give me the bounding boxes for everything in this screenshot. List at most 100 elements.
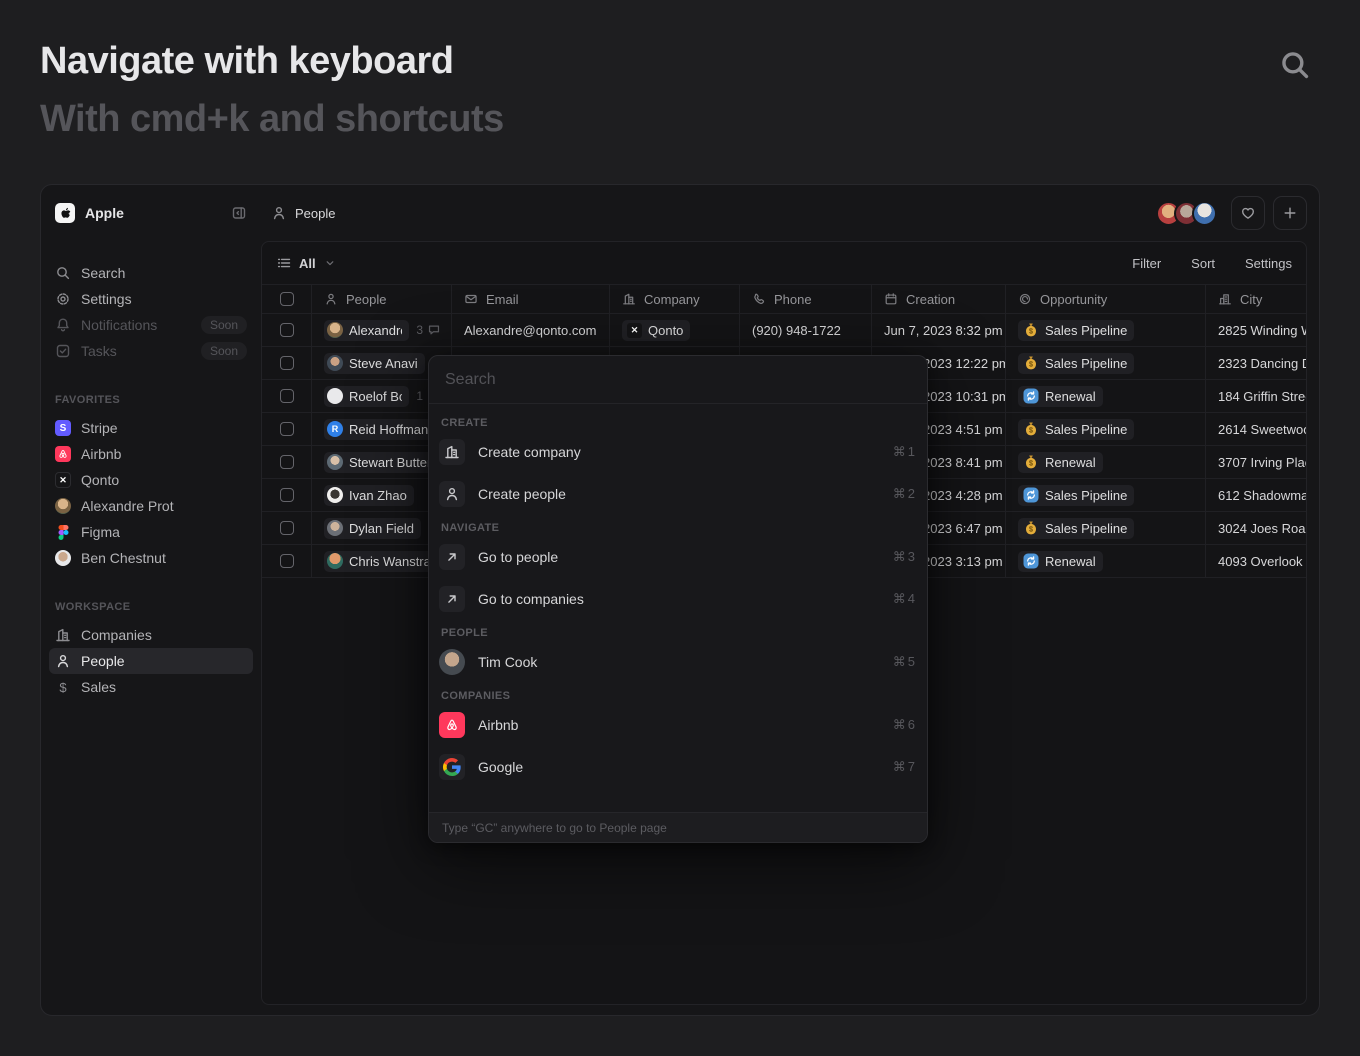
creation-cell[interactable]: Jun 7, 2023 8:32 pm <box>872 314 1006 347</box>
company-cell[interactable]: ✕Qonto <box>610 314 740 347</box>
palette-section-navigate: NAVIGATE <box>441 522 915 534</box>
city-cell[interactable]: 2614 Sweetwood <box>1206 413 1306 446</box>
calendar-icon <box>884 292 898 306</box>
row-checkbox[interactable] <box>280 521 294 535</box>
sidebar-item-companies[interactable]: Companies <box>49 622 253 648</box>
column-header-phone[interactable]: Phone <box>740 285 872 314</box>
row-checkbox[interactable] <box>280 323 294 337</box>
palette-item-tim-cook[interactable]: Tim Cook ⌘5 <box>439 648 917 676</box>
column-header-city[interactable]: City <box>1206 285 1306 314</box>
column-header-email[interactable]: Email <box>452 285 610 314</box>
mail-icon <box>464 292 478 306</box>
opportunity-cell[interactable]: Sales Pipeline <box>1006 479 1206 512</box>
favorite-alexandre-prot[interactable]: Alexandre Prot <box>49 493 253 519</box>
company-chip: ✕Qonto <box>622 320 690 341</box>
palette-item-create-company[interactable]: Create company ⌘1 <box>439 438 917 466</box>
city-cell[interactable]: 2323 Dancing Dove <box>1206 347 1306 380</box>
row-checkbox[interactable] <box>280 356 294 370</box>
row-checkbox[interactable] <box>280 455 294 469</box>
palette-item-go-to-people[interactable]: Go to people ⌘3 <box>439 543 917 571</box>
moneybag-icon <box>1023 421 1039 437</box>
palette-item-create-people[interactable]: Create people ⌘2 <box>439 480 917 508</box>
filter-button[interactable]: Filter <box>1132 256 1161 271</box>
target-icon <box>1018 292 1032 306</box>
avatar <box>1192 201 1217 226</box>
palette-footer-hint: Type “GC” anywhere to go to People page <box>429 812 927 842</box>
task-check-icon <box>55 343 71 359</box>
city-cell[interactable]: 612 Shadowman <box>1206 479 1306 512</box>
add-record-button[interactable] <box>1273 196 1307 230</box>
opportunity-cell[interactable]: Renewal <box>1006 545 1206 578</box>
row-checkbox-cell <box>262 413 312 446</box>
opportunity-cell[interactable]: Sales Pipeline <box>1006 512 1206 545</box>
avatar <box>327 355 343 371</box>
sidebar-item-label: Notifications <box>81 317 157 333</box>
opportunity-cell[interactable]: Renewal <box>1006 380 1206 413</box>
column-header-people[interactable]: People <box>312 285 452 314</box>
column-header-creation[interactable]: Creation <box>872 285 1006 314</box>
row-checkbox[interactable] <box>280 488 294 502</box>
city-cell[interactable]: 4093 Overlook <box>1206 545 1306 578</box>
column-header-opportunity[interactable]: Opportunity <box>1006 285 1206 314</box>
row-checkbox[interactable] <box>280 422 294 436</box>
figma-logo-icon <box>55 524 71 540</box>
opportunity-cell[interactable]: Sales Pipeline <box>1006 347 1206 380</box>
row-checkbox[interactable] <box>280 554 294 568</box>
palette-search-input[interactable] <box>445 371 911 389</box>
opportunity-cell[interactable]: Sales Pipeline <box>1006 314 1206 347</box>
email-cell[interactable]: Alexandre@qonto.com <box>452 314 610 347</box>
palette-item-airbnb[interactable]: Airbnb ⌘6 <box>439 711 917 739</box>
sidebar-item-people[interactable]: People <box>49 648 253 674</box>
bell-icon <box>55 317 71 333</box>
favorites-section-label: FAVORITES <box>49 394 253 406</box>
favorite-button[interactable] <box>1231 196 1265 230</box>
workspace-switcher[interactable]: Apple <box>49 199 253 227</box>
comment-count: 3 <box>416 323 441 337</box>
renewal-icon <box>1023 487 1039 503</box>
stripe-logo-icon: S <box>55 420 71 436</box>
sidebar-item-search[interactable]: Search <box>49 260 253 286</box>
settings-button[interactable]: Settings <box>1245 256 1292 271</box>
moneybag-icon <box>1023 520 1039 536</box>
comment-icon <box>427 323 441 337</box>
phone-cell[interactable]: (920) 948-1722 <box>740 314 872 347</box>
sidebar-item-sales[interactable]: $ Sales <box>49 674 253 700</box>
palette-item-go-to-companies[interactable]: Go to companies ⌘4 <box>439 585 917 613</box>
person-chip: Chris Wanstrath <box>324 551 441 572</box>
favorite-ben-chestnut[interactable]: Ben Chestnut <box>49 545 253 571</box>
city-cell[interactable]: 3707 Irving Place <box>1206 446 1306 479</box>
sidebar-item-settings[interactable]: Settings <box>49 286 253 312</box>
opportunity-icon <box>1023 322 1039 338</box>
favorite-airbnb[interactable]: Airbnb <box>49 441 253 467</box>
row-checkbox[interactable] <box>280 389 294 403</box>
favorites-list: S Stripe Airbnb ✕ Qonto Alexandre Prot <box>49 415 253 571</box>
palette-item-google[interactable]: Google ⌘7 <box>439 753 917 781</box>
person-chip: Alexandre Prot <box>324 320 409 341</box>
column-header-company[interactable]: Company <box>610 285 740 314</box>
collapse-sidebar-icon[interactable] <box>231 205 247 221</box>
person-cell[interactable]: Alexandre Prot 3 <box>312 314 452 347</box>
workspace-name: Apple <box>85 205 231 221</box>
favorite-figma[interactable]: Figma <box>49 519 253 545</box>
favorite-qonto[interactable]: ✕ Qonto <box>49 467 253 493</box>
view-selector[interactable]: All <box>276 255 337 271</box>
table-row: Alexandre Prot 3 Alexandre@qonto.com ✕Qonto… <box>262 314 1306 347</box>
gear-icon <box>55 291 71 307</box>
sort-button[interactable]: Sort <box>1191 256 1215 271</box>
search-icon[interactable] <box>1278 48 1312 82</box>
person-name: Stewart Butterfield <box>349 455 434 470</box>
select-all-checkbox[interactable] <box>280 292 294 306</box>
sidebar-item-label: Tasks <box>81 343 117 359</box>
moneybag-icon <box>1023 322 1039 338</box>
dollar-icon: $ <box>55 679 71 695</box>
opportunity-cell[interactable]: Sales Pipeline <box>1006 413 1206 446</box>
favorite-stripe[interactable]: S Stripe <box>49 415 253 441</box>
person-chip: Stewart Butterfield <box>324 452 441 473</box>
opportunity-cell[interactable]: Renewal <box>1006 446 1206 479</box>
shortcut-badge: ⌘6 <box>893 717 917 733</box>
row-checkbox-cell <box>262 446 312 479</box>
city-cell[interactable]: 184 Griffin Street <box>1206 380 1306 413</box>
city-cell[interactable]: 3024 Joes Road <box>1206 512 1306 545</box>
sidebar-item-label: Search <box>81 265 125 281</box>
city-cell[interactable]: 2825 Winding Way <box>1206 314 1306 347</box>
